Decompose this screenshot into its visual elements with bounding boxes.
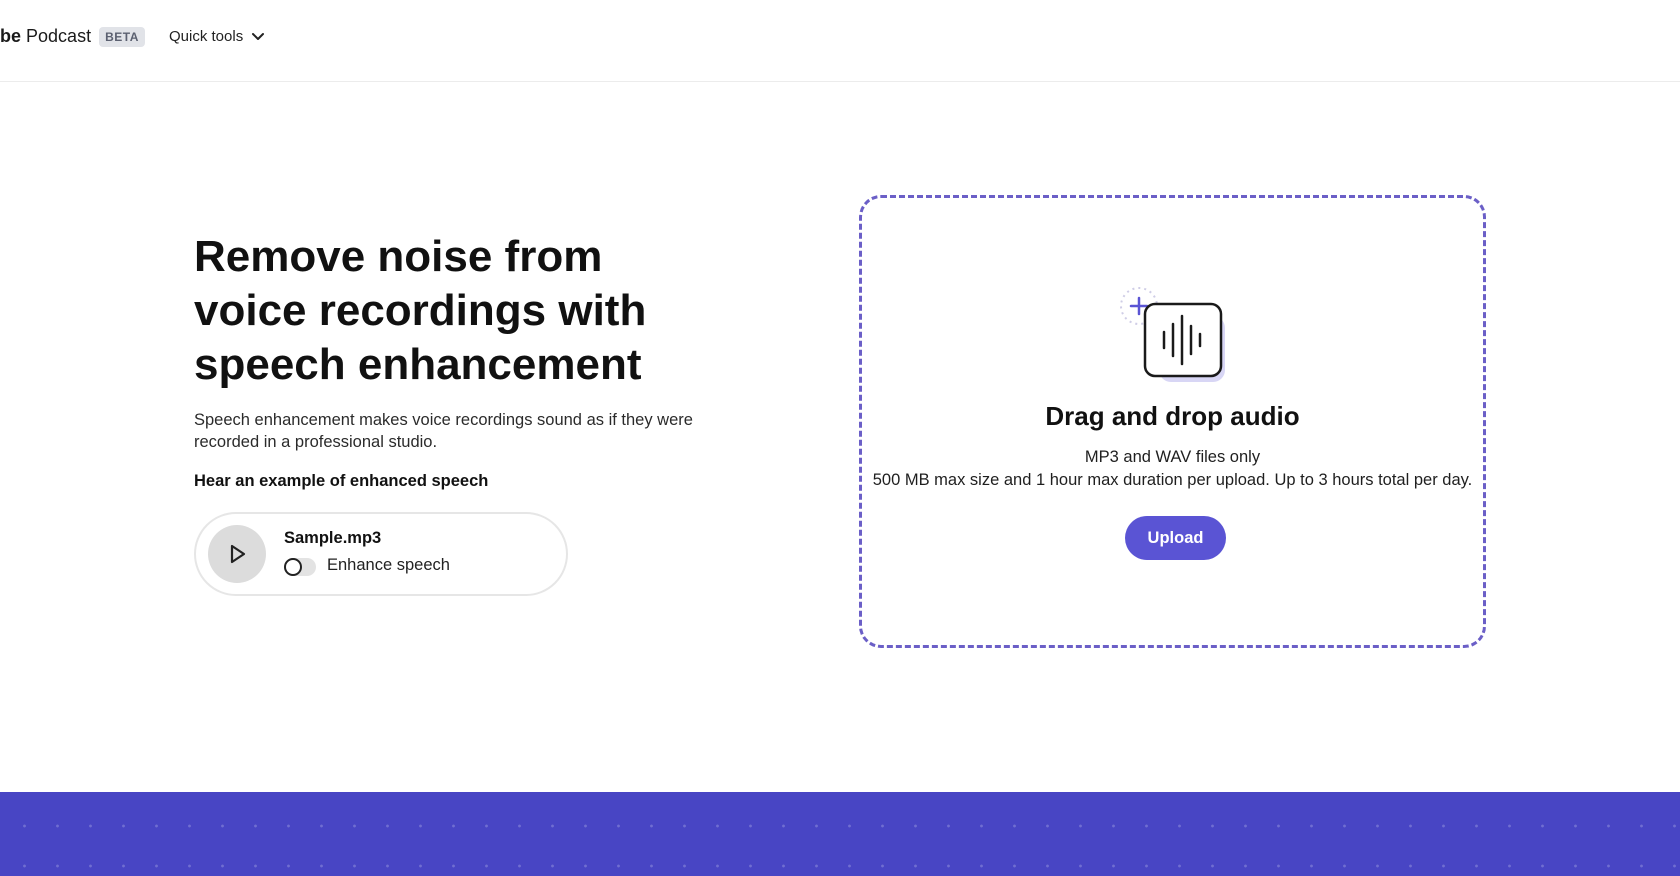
play-button[interactable] xyxy=(208,525,266,583)
enhance-speech-label: Enhance speech xyxy=(327,556,450,574)
page-title: Remove noise from voice recordings with … xyxy=(194,232,647,389)
brand-prefix: be xyxy=(0,26,22,46)
brand-name: Podcast xyxy=(26,26,92,46)
top-navigation-bar: be Podcast BETA Quick tools xyxy=(0,0,1680,82)
page-description: Speech enhancement makes voice recording… xyxy=(194,411,693,451)
upload-button[interactable]: Upload xyxy=(1125,516,1226,560)
play-icon xyxy=(230,544,246,564)
dropzone-formats: MP3 and WAV files only xyxy=(1084,448,1261,466)
dropzone-limits: 500 MB max size and 1 hour max duration … xyxy=(872,471,1473,489)
audio-file-plus-icon xyxy=(1120,287,1225,382)
audio-dropzone[interactable]: Drag and drop audio MP3 and WAV files on… xyxy=(859,195,1486,648)
dropzone-requirements: MP3 and WAV files only 500 MB max size a… xyxy=(862,446,1483,492)
beta-badge: BETA xyxy=(99,26,145,47)
dropzone-title: Drag and drop audio xyxy=(1045,401,1300,431)
quick-tools-label: Quick tools xyxy=(169,28,244,45)
enhance-speech-toggle[interactable] xyxy=(284,558,316,576)
chevron-down-icon xyxy=(252,32,265,40)
brand-logo[interactable]: be Podcast BETA xyxy=(0,26,145,47)
quick-tools-menu[interactable]: Quick tools xyxy=(169,28,265,45)
toggle-knob xyxy=(284,558,302,576)
sample-audio-player: Sample.mp3 Enhance speech xyxy=(194,512,568,596)
footer-band xyxy=(0,792,1680,876)
example-heading: Hear an example of enhanced speech xyxy=(194,472,489,490)
sample-file-name: Sample.mp3 xyxy=(284,529,382,547)
